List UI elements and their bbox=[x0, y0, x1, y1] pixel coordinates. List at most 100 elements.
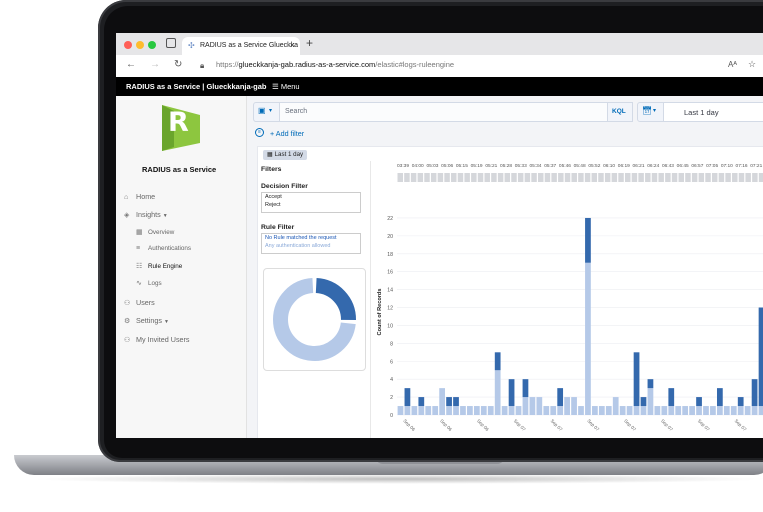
sidebar-item-logs[interactable]: ∿ Logs bbox=[136, 279, 162, 287]
timeline-block[interactable] bbox=[464, 173, 470, 182]
bar-segment-allowed[interactable] bbox=[453, 406, 459, 415]
donut-segment[interactable] bbox=[315, 278, 356, 321]
bar-segment-allowed[interactable] bbox=[522, 397, 529, 415]
timeline-block[interactable] bbox=[504, 173, 511, 182]
bar-segment-allowed[interactable] bbox=[487, 406, 494, 415]
timeline-block[interactable] bbox=[517, 173, 524, 182]
timeline-block[interactable] bbox=[491, 173, 497, 182]
timeline-block[interactable] bbox=[397, 173, 403, 182]
bar-segment-allowed[interactable] bbox=[654, 406, 661, 415]
reader-mode-icon[interactable]: Aᴬ bbox=[728, 60, 737, 69]
timeline-block[interactable] bbox=[437, 173, 444, 182]
bar-segment-no-rule[interactable] bbox=[557, 388, 564, 407]
bar-segment-allowed[interactable] bbox=[564, 397, 570, 415]
decision-option-reject[interactable]: Reject bbox=[262, 201, 360, 209]
bar-segment-allowed[interactable] bbox=[737, 406, 744, 415]
bar-segment-allowed[interactable] bbox=[703, 406, 709, 415]
bar-segment-allowed[interactable] bbox=[418, 406, 425, 415]
browser-tab[interactable]: ✣ RADIUS as a Service Glueckka × bbox=[182, 37, 300, 55]
bar-segment-allowed[interactable] bbox=[716, 406, 723, 415]
bar-segment-allowed[interactable] bbox=[446, 406, 452, 415]
timeline-block[interactable] bbox=[758, 173, 763, 182]
timeline-block[interactable] bbox=[678, 173, 685, 182]
sidebar-item-rule-engine[interactable]: ☷ Rule Engine bbox=[136, 262, 182, 270]
timeline-block[interactable] bbox=[651, 173, 658, 182]
new-tab-icon[interactable]: + bbox=[306, 36, 313, 50]
timeline-block[interactable] bbox=[551, 173, 557, 182]
timeline-block[interactable] bbox=[410, 173, 417, 182]
bar-segment-allowed[interactable] bbox=[543, 406, 550, 415]
bar-segment-allowed[interactable] bbox=[668, 406, 675, 415]
timeline-block[interactable] bbox=[571, 173, 577, 182]
timeline-block[interactable] bbox=[444, 173, 450, 182]
close-window-icon[interactable] bbox=[124, 41, 132, 49]
timeline-block[interactable] bbox=[544, 173, 551, 182]
search-input[interactable]: Search bbox=[279, 102, 609, 122]
timeline-block[interactable] bbox=[430, 173, 437, 182]
timeline-block[interactable] bbox=[658, 173, 664, 182]
bar-segment-allowed[interactable] bbox=[730, 406, 737, 415]
bar-segment-allowed[interactable] bbox=[585, 262, 591, 415]
timeline-block[interactable] bbox=[738, 173, 745, 182]
bar-segment-allowed[interactable] bbox=[432, 406, 439, 415]
bar-segment-no-rule[interactable] bbox=[716, 388, 723, 407]
bar-segment-allowed[interactable] bbox=[758, 406, 763, 415]
timeline-block[interactable] bbox=[511, 173, 517, 182]
bar-segment-allowed[interactable] bbox=[710, 406, 716, 415]
bar-segment-allowed[interactable] bbox=[536, 397, 543, 415]
timeline-block[interactable] bbox=[611, 173, 618, 182]
forward-icon[interactable]: → bbox=[150, 59, 160, 70]
bar-segment-allowed[interactable] bbox=[751, 406, 758, 415]
timeline-block[interactable] bbox=[598, 173, 604, 182]
bar-segment-no-rule[interactable] bbox=[751, 379, 758, 407]
bar-segment-allowed[interactable] bbox=[425, 406, 432, 415]
bar-segment-allowed[interactable] bbox=[619, 406, 626, 415]
bar-segment-allowed[interactable] bbox=[578, 406, 584, 415]
timeline-block[interactable] bbox=[457, 173, 464, 182]
bar-segment-allowed[interactable] bbox=[723, 406, 730, 415]
bar-segment-allowed[interactable] bbox=[550, 406, 557, 415]
timeline-block[interactable] bbox=[745, 173, 751, 182]
timeline-block[interactable] bbox=[471, 173, 477, 182]
timeline-block[interactable] bbox=[645, 173, 651, 182]
bar-segment-allowed[interactable] bbox=[411, 406, 418, 415]
bar-segment-no-rule[interactable] bbox=[453, 397, 459, 407]
back-icon[interactable]: ← bbox=[126, 59, 136, 70]
timeline-block[interactable] bbox=[524, 173, 531, 182]
bar-segment-allowed[interactable] bbox=[397, 406, 404, 415]
bar-segment-no-rule[interactable] bbox=[696, 397, 702, 407]
bar-segment-allowed[interactable] bbox=[467, 406, 473, 415]
rule-option-any-allowed[interactable]: Any authentication allowed bbox=[262, 242, 360, 250]
bar-segment-allowed[interactable] bbox=[744, 406, 751, 415]
bar-segment-no-rule[interactable] bbox=[633, 352, 640, 407]
timeline-block[interactable] bbox=[691, 173, 698, 182]
timeline-block[interactable] bbox=[725, 173, 731, 182]
sidebar-item-users[interactable]: ⚇ Users bbox=[124, 298, 155, 307]
bar-segment-allowed[interactable] bbox=[605, 406, 612, 415]
timeline-block[interactable] bbox=[538, 173, 544, 182]
bar-segment-allowed[interactable] bbox=[557, 406, 564, 415]
bar-segment-allowed[interactable] bbox=[640, 406, 647, 415]
timeline-block[interactable] bbox=[497, 173, 504, 182]
timeline-block[interactable] bbox=[732, 173, 738, 182]
timeline-block[interactable] bbox=[584, 173, 591, 182]
bar-segment-allowed[interactable] bbox=[529, 397, 536, 415]
bar-segment-allowed[interactable] bbox=[501, 406, 508, 415]
url-field[interactable]: https://glueckkanja-gab.radius-as-a-serv… bbox=[216, 60, 736, 73]
timeline-block[interactable] bbox=[404, 173, 410, 182]
date-quick-menu[interactable]: 📅︎ ▾ bbox=[637, 102, 665, 122]
sidebar-toggle-icon[interactable] bbox=[166, 38, 176, 48]
close-tab-icon[interactable]: × bbox=[290, 40, 295, 50]
bar-segment-allowed[interactable] bbox=[689, 406, 695, 415]
sidebar-item-insights[interactable]: ◈ Insights ▼ bbox=[124, 210, 168, 219]
bar-segment-allowed[interactable] bbox=[494, 370, 501, 415]
sidebar-item-invited-users[interactable]: ⚇ My Invited Users bbox=[124, 335, 190, 344]
bar-segment-allowed[interactable] bbox=[404, 406, 411, 415]
bar-segment-no-rule[interactable] bbox=[404, 388, 411, 407]
timeline-block[interactable] bbox=[705, 173, 711, 182]
bar-segment-allowed[interactable] bbox=[682, 406, 689, 415]
timeline-block[interactable] bbox=[624, 173, 631, 182]
timeline-block[interactable] bbox=[671, 173, 678, 182]
add-filter-button[interactable]: + Add filter bbox=[270, 129, 304, 138]
sidebar-item-overview[interactable]: ▦ Overview bbox=[136, 228, 174, 236]
